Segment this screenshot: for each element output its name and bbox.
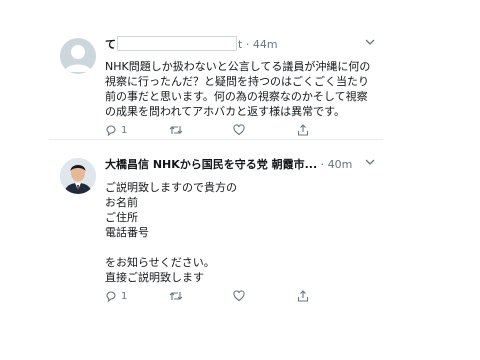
share-icon — [297, 290, 309, 302]
timestamp[interactable]: 44m — [253, 38, 278, 51]
tweet-2[interactable]: 大橋昌信 NHKから国民を守る党 朝霞市... · 40m ご説明致しますので貴… — [49, 152, 383, 312]
like-icon — [233, 290, 245, 302]
separator-dot: · — [245, 38, 250, 51]
reply-icon — [106, 291, 116, 302]
timestamp[interactable]: 40m — [328, 158, 353, 171]
author-name[interactable]: 大橋昌信 NHKから国民を守る党 朝霞市... — [105, 158, 317, 171]
tweet-header: 大橋昌信 NHKから国民を守る党 朝霞市... · 40m — [105, 156, 375, 174]
reply-button[interactable]: 1 — [105, 124, 169, 136]
retweet-icon — [169, 292, 183, 300]
reply-icon — [106, 125, 116, 136]
reply-count: 1 — [121, 124, 128, 136]
retweet-icon — [169, 126, 183, 134]
tweet-1[interactable]: て t · 44m NHK問題しか扱わないと公言してる議員が沖縄に何の 視察に行っ… — [49, 32, 383, 140]
default-avatar[interactable] — [60, 38, 96, 74]
share-button[interactable] — [297, 290, 361, 302]
author-avatar[interactable] — [60, 158, 96, 194]
share-button[interactable] — [297, 124, 361, 136]
tweet-actions: 1 — [105, 290, 361, 302]
author-name[interactable]: て — [105, 38, 116, 51]
tweet-text: ご説明致しますので貴方の お名前 ご住所 電話番号 をお知らせください。 直接ご… — [105, 181, 237, 284]
like-button[interactable] — [233, 290, 297, 302]
separator-dot: · — [320, 158, 325, 171]
redacted-username — [117, 36, 237, 51]
tweet-actions: 1 — [105, 124, 361, 136]
like-button[interactable] — [233, 124, 297, 136]
avatar-silhouette-icon — [65, 45, 91, 72]
reply-count: 1 — [121, 290, 128, 302]
person-photo-icon — [60, 158, 96, 194]
chevron-down-icon[interactable] — [365, 36, 375, 54]
chevron-down-icon[interactable] — [365, 156, 375, 174]
reply-button[interactable]: 1 — [105, 290, 169, 302]
share-icon — [297, 124, 309, 136]
tweet-text: NHK問題しか扱わないと公言してる議員が沖縄に何の 視察に行ったんだ？と疑問を持… — [105, 60, 371, 118]
retweet-button[interactable] — [169, 290, 233, 302]
retweet-button[interactable] — [169, 124, 233, 136]
handle-suffix: t — [238, 38, 243, 51]
tweet-header: て t · 44m — [105, 36, 375, 54]
like-icon — [233, 124, 245, 136]
